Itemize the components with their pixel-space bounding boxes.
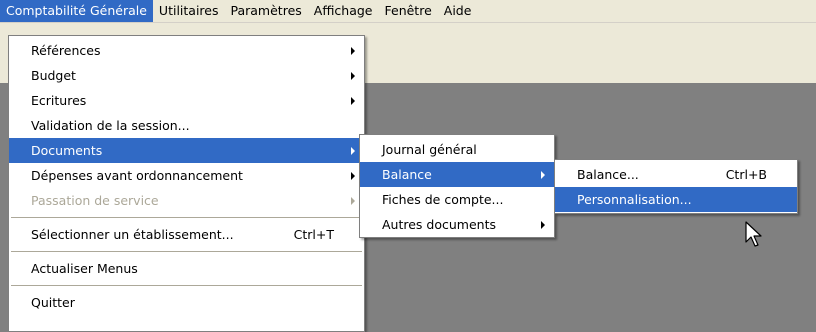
menu-item-label: Passation de service — [31, 193, 159, 208]
mouse-pointer-icon — [745, 221, 762, 247]
submenu-arrow-icon — [351, 172, 355, 180]
menu-item-quitter[interactable]: Quitter — [9, 290, 364, 315]
menu-item-personnalisation[interactable]: Personnalisation... — [555, 187, 797, 212]
menu-item-label: Autres documents — [382, 217, 496, 232]
menu-item-label: Fiches de compte... — [382, 192, 504, 207]
menu-item-shortcut: Ctrl+T — [293, 227, 334, 242]
menu-item-label: Validation de la session... — [31, 118, 190, 133]
submenu-arrow-icon — [351, 72, 355, 80]
menu-item-budget[interactable]: Budget — [9, 63, 364, 88]
menu-aide[interactable]: Aide — [438, 0, 478, 22]
menu-item-label: Personnalisation... — [577, 192, 692, 207]
menu-item-label: Balance — [382, 167, 432, 182]
submenu-arrow-icon — [351, 97, 355, 105]
menu-parametres[interactable]: Paramètres — [225, 0, 308, 22]
menu-separator — [11, 251, 362, 252]
submenu-arrow-icon — [541, 171, 545, 179]
menu-item-label: Balance... — [577, 167, 639, 182]
menu-item-label: Actualiser Menus — [31, 261, 138, 276]
menu-separator — [11, 217, 362, 218]
menu-item-label: Ecritures — [31, 93, 87, 108]
menu-item-actualiser-menus[interactable]: Actualiser Menus — [9, 256, 364, 281]
menu-fenetre[interactable]: Fenêtre — [379, 0, 438, 22]
menu-item-label: Journal général — [382, 142, 477, 157]
submenu-arrow-icon — [351, 47, 355, 55]
menu-separator — [11, 285, 362, 286]
submenu-arrow-icon — [541, 221, 545, 229]
menu-item-label: Références — [31, 43, 101, 58]
menu-item-selectionner-etablissement[interactable]: Sélectionner un établissement... Ctrl+T — [9, 222, 364, 247]
menu-item-shortcut: Ctrl+B — [725, 167, 767, 182]
submenu-arrow-icon — [351, 147, 355, 155]
menu-item-fiches-compte[interactable]: Fiches de compte... — [360, 187, 554, 212]
menu-item-depenses[interactable]: Dépenses avant ordonnancement — [9, 163, 364, 188]
menu-item-label: Dépenses avant ordonnancement — [31, 168, 243, 183]
menu-item-label: Documents — [31, 143, 103, 158]
comptabilite-dropdown-menu: Références Budget Ecritures Validation d… — [8, 35, 365, 332]
menu-item-balance[interactable]: Balance — [360, 162, 554, 187]
menu-item-ecritures[interactable]: Ecritures — [9, 88, 364, 113]
menu-bar: Comptabilité Générale Utilitaires Paramè… — [0, 0, 816, 23]
menu-utilitaires[interactable]: Utilitaires — [153, 0, 225, 22]
menu-item-references[interactable]: Références — [9, 38, 364, 63]
submenu-arrow-icon — [351, 197, 355, 205]
menu-item-label: Sélectionner un établissement... — [31, 227, 234, 242]
menu-item-balance-report[interactable]: Balance... Ctrl+B — [555, 162, 797, 187]
balance-submenu: Balance... Ctrl+B Personnalisation... — [554, 159, 798, 214]
menu-item-documents[interactable]: Documents — [9, 138, 364, 163]
menu-item-label: Budget — [31, 68, 76, 83]
menu-item-journal-general[interactable]: Journal général — [360, 137, 554, 162]
menu-item-passation-service: Passation de service — [9, 188, 364, 213]
menu-item-validation-session[interactable]: Validation de la session... — [9, 113, 364, 138]
menu-affichage[interactable]: Affichage — [308, 0, 379, 22]
menu-item-autres-documents[interactable]: Autres documents — [360, 212, 554, 237]
documents-submenu: Journal général Balance Fiches de compte… — [359, 134, 555, 238]
menu-comptabilite-generale[interactable]: Comptabilité Générale — [0, 0, 153, 22]
menu-item-label: Quitter — [31, 295, 75, 310]
